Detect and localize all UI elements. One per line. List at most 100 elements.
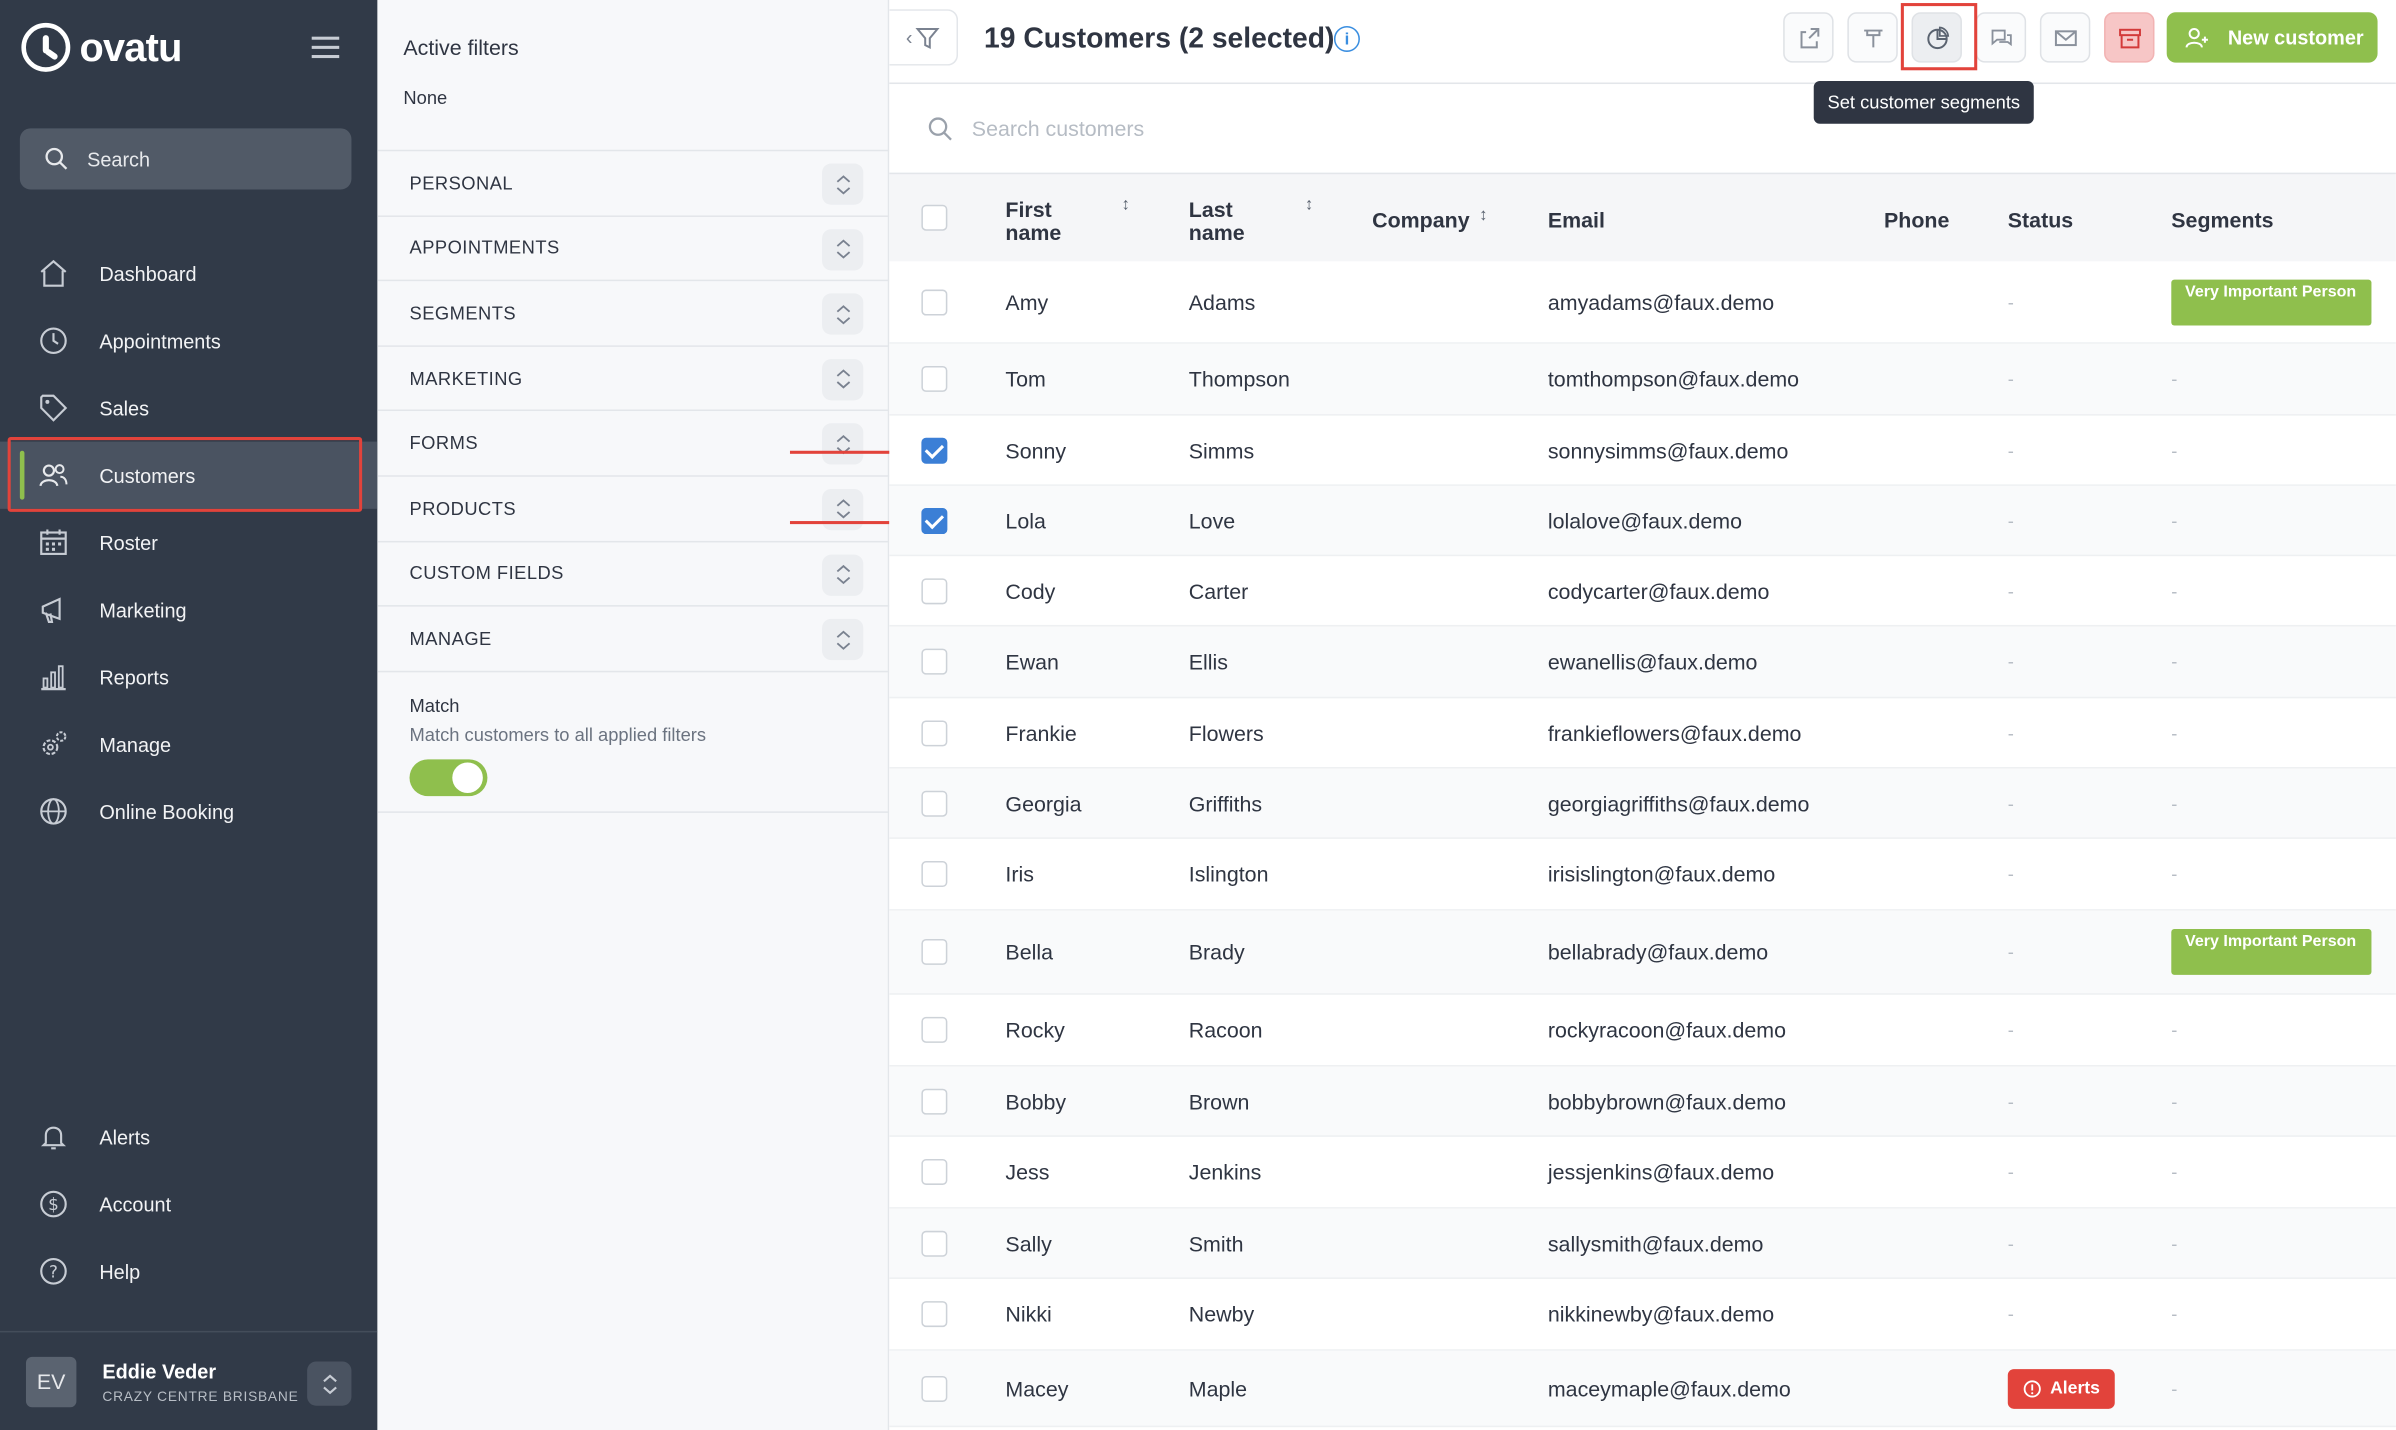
archive-button[interactable] (2104, 12, 2155, 63)
row-checkbox[interactable] (921, 577, 948, 604)
row-checkbox[interactable] (921, 938, 948, 965)
last-name-cell[interactable]: Islington (1189, 862, 1269, 886)
first-name-cell[interactable]: Lola (1005, 508, 1045, 532)
email-cell[interactable]: nikkinewby@faux.demo (1548, 1302, 1774, 1326)
filter-section-manage[interactable]: MANAGE (377, 605, 890, 670)
last-name-cell[interactable]: Newby (1189, 1302, 1254, 1326)
table-row[interactable]: Lola Love lolalove@faux.demo - - (889, 485, 2396, 557)
row-checkbox[interactable] (921, 719, 948, 746)
email-cell[interactable]: codycarter@faux.demo (1548, 578, 1769, 602)
email-cell[interactable]: bellabrady@faux.demo (1548, 940, 1768, 964)
user-profile[interactable]: EV Eddie Veder CRAZY CENTRE BRISBANE (0, 1330, 378, 1430)
nav-marketing[interactable]: Marketing (0, 576, 377, 643)
table-row[interactable]: Rocky Racoon rockyracoon@faux.demo - - (889, 995, 2396, 1067)
filter-section-segments[interactable]: SEGMENTS (377, 279, 890, 345)
row-checkbox[interactable] (921, 861, 948, 888)
nav-sales[interactable]: Sales (0, 374, 377, 441)
row-checkbox[interactable] (921, 1016, 948, 1043)
sort-icon[interactable]: ↕ (1479, 206, 1487, 224)
row-checkbox[interactable] (921, 789, 948, 816)
email-cell[interactable]: jessjenkins@faux.demo (1548, 1160, 1774, 1184)
last-name-cell[interactable]: Adams (1189, 290, 1256, 314)
table-row[interactable]: Macey Maple maceymaple@faux.demo Alerts - (889, 1350, 2396, 1428)
email-cell[interactable]: rockyracoon@faux.demo (1548, 1018, 1786, 1042)
chevron-up-down-icon[interactable] (822, 228, 864, 270)
table-row[interactable]: Bella Brady bellabrady@faux.demo - Very Impo… (889, 910, 2396, 995)
row-checkbox[interactable] (921, 365, 948, 392)
row-checkbox[interactable] (921, 648, 948, 675)
row-checkbox[interactable] (921, 1087, 948, 1114)
row-checkbox[interactable] (921, 507, 948, 534)
table-row[interactable]: Amy Adams amyadams@faux.demo - Very Importan… (889, 261, 2396, 344)
table-row[interactable]: Ewan Ellis ewanellis@faux.demo - - (889, 626, 2396, 699)
column-first-name[interactable]: First name (1005, 198, 1097, 245)
match-toggle[interactable] (409, 759, 488, 797)
email-cell[interactable]: bobbybrown@faux.demo (1548, 1089, 1786, 1113)
last-name-cell[interactable]: Love (1189, 508, 1235, 532)
row-checkbox[interactable] (921, 1375, 948, 1402)
first-name-cell[interactable]: Tom (1005, 367, 1045, 391)
sort-icon[interactable]: ↕ (1305, 196, 1313, 214)
info-icon[interactable]: i (1333, 25, 1360, 52)
filter-section-forms[interactable]: FORMS (377, 410, 890, 475)
row-checkbox[interactable] (921, 1158, 948, 1185)
chevron-up-down-icon[interactable] (822, 553, 864, 596)
nav-manage[interactable]: Manage (0, 711, 377, 778)
last-name-cell[interactable]: Brady (1189, 940, 1245, 964)
table-row[interactable]: Iris Islington irisislington@faux.demo - - (889, 839, 2396, 911)
first-name-cell[interactable]: Bobby (1005, 1089, 1066, 1113)
logo[interactable]: ovatu (21, 22, 182, 72)
email-cell[interactable]: lolalove@faux.demo (1548, 508, 1742, 532)
filter-section-personal[interactable]: PERSONAL (377, 149, 890, 215)
first-name-cell[interactable]: Rocky (1005, 1018, 1064, 1042)
first-name-cell[interactable]: Frankie (1005, 720, 1076, 744)
first-name-cell[interactable]: Amy (1005, 290, 1048, 314)
email-cell[interactable]: sonnysimms@faux.demo (1548, 438, 1788, 462)
first-name-cell[interactable]: Nikki (1005, 1302, 1051, 1326)
table-row[interactable]: Bobby Brown bobbybrown@faux.demo - - (889, 1066, 2396, 1137)
nav-alerts[interactable]: Alerts (0, 1103, 377, 1170)
first-name-cell[interactable]: Bella (1005, 940, 1053, 964)
last-name-cell[interactable]: Jenkins (1189, 1160, 1262, 1184)
email-cell[interactable]: irisislington@faux.demo (1548, 862, 1775, 886)
nav-help[interactable]: ? Help (0, 1238, 377, 1305)
table-row[interactable]: Jess Jenkins jessjenkins@faux.demo - - (889, 1137, 2396, 1209)
chevron-up-down-icon[interactable] (822, 293, 864, 335)
chevron-up-down-icon[interactable] (822, 423, 864, 466)
table-row[interactable]: Sonny Simms sonnysimms@faux.demo - - (889, 416, 2396, 486)
sort-icon[interactable]: ↕ (1122, 196, 1130, 214)
filter-section-custom-fields[interactable]: CUSTOM FIELDS (377, 540, 890, 605)
last-name-cell[interactable]: Simms (1189, 438, 1254, 462)
nav-customers[interactable]: Customers (0, 441, 378, 509)
nav-account[interactable]: $ Account (0, 1170, 377, 1237)
new-customer-button[interactable]: New customer (2166, 12, 2378, 63)
row-checkbox[interactable] (921, 1230, 948, 1257)
first-name-cell[interactable]: Jess (1005, 1160, 1049, 1184)
chevron-up-down-icon[interactable] (822, 163, 864, 205)
email-cell[interactable]: maceymaple@faux.demo (1548, 1376, 1791, 1400)
column-company[interactable]: Company (1372, 209, 1469, 232)
last-name-cell[interactable]: Smith (1189, 1231, 1244, 1255)
first-name-cell[interactable]: Ewan (1005, 649, 1059, 673)
sidebar-search[interactable]: Search (19, 128, 352, 190)
first-name-cell[interactable]: Iris (1005, 862, 1034, 886)
status-badge[interactable]: Alerts (2007, 1368, 2115, 1409)
email-cell[interactable]: amyadams@faux.demo (1548, 290, 1774, 314)
first-name-cell[interactable]: Macey (1005, 1376, 1068, 1400)
email-cell[interactable]: ewanellis@faux.demo (1548, 649, 1758, 673)
table-row[interactable]: Georgia Griffiths georgiagriffiths@faux.de… (889, 768, 2396, 839)
filter-section-marketing[interactable]: MARKETING (377, 344, 890, 410)
table-row[interactable]: Frankie Flowers frankieflowers@faux.demo - - (889, 698, 2396, 769)
last-name-cell[interactable]: Brown (1189, 1089, 1250, 1113)
nav-online-booking[interactable]: Online Booking (0, 778, 377, 845)
last-name-cell[interactable]: Maple (1189, 1376, 1247, 1400)
search-input[interactable] (971, 116, 1584, 141)
filter-panel-toggle[interactable]: ‹ (889, 9, 959, 66)
first-name-cell[interactable]: Georgia (1005, 791, 1081, 815)
export-button[interactable] (1783, 12, 1834, 63)
filter-section-products[interactable]: PRODUCTS (377, 475, 890, 540)
table-row[interactable]: Cody Carter codycarter@faux.demo - - (889, 556, 2396, 627)
email-cell[interactable]: frankieflowers@faux.demo (1548, 720, 1802, 744)
email-cell[interactable]: georgiagriffiths@faux.demo (1548, 791, 1810, 815)
first-name-cell[interactable]: Cody (1005, 578, 1055, 602)
